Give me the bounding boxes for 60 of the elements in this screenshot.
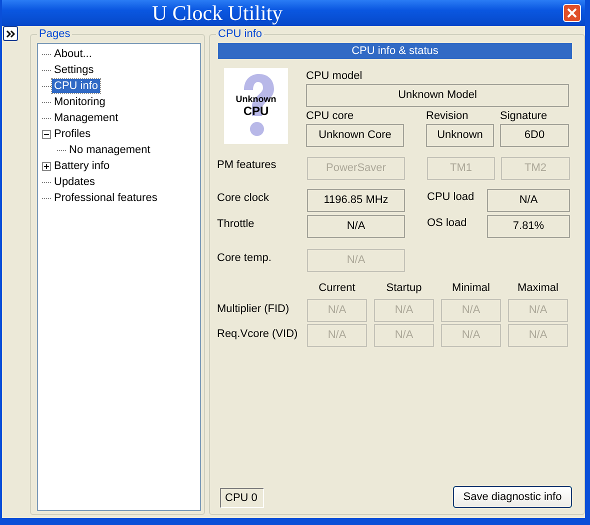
value-field: N/A (307, 249, 405, 272)
field-label: Signature (500, 109, 548, 124)
value-field: 7.81% (487, 215, 570, 238)
value-field: Unknown Core (306, 124, 404, 147)
field-label: Core temp. (217, 251, 272, 266)
value-field: N/A (441, 299, 501, 322)
group-title: CPU info (216, 28, 264, 40)
value-field: Unknown (426, 124, 494, 147)
field-label: PM features (217, 158, 278, 173)
double-chevron-icon (6, 30, 16, 38)
field-label: OS load (427, 216, 468, 231)
tree-item[interactable]: No management (67, 143, 152, 157)
window-title: U Clock Utility (152, 0, 283, 26)
expand-icon[interactable] (42, 162, 51, 170)
tree-item[interactable]: Monitoring (52, 95, 108, 109)
tree-item[interactable]: About... (52, 47, 94, 61)
section-header: CPU info & status (218, 43, 572, 59)
value-field: N/A (307, 324, 367, 347)
column-header: Minimal (451, 282, 491, 294)
field-label: Req.Vcore (VID) (217, 327, 299, 342)
column-header: Startup (385, 282, 423, 294)
value-field: N/A (374, 324, 434, 347)
value-field: Unknown Model (306, 84, 569, 107)
value-field: N/A (441, 324, 501, 347)
field-label: CPU core (306, 109, 355, 124)
tree-item[interactable]: Professional features (52, 191, 160, 205)
cpu-selector[interactable]: CPU 0 (220, 488, 264, 508)
value-field: N/A (307, 215, 405, 238)
close-icon (567, 8, 577, 18)
field-label: Multiplier (FID) (217, 302, 290, 317)
value-field: N/A (374, 299, 434, 322)
collapse-icon[interactable] (42, 130, 51, 138)
value-field: N/A (508, 324, 568, 347)
save-diagnostic-button[interactable]: Save diagnostic info (453, 486, 572, 508)
tree-item[interactable]: Battery info (52, 159, 112, 173)
value-field: N/A (487, 189, 570, 212)
close-button[interactable] (563, 4, 581, 22)
picture-caption: Unknown (236, 94, 276, 104)
field-label: CPU model (306, 69, 364, 84)
tree-item[interactable]: Profiles (52, 127, 93, 141)
value-field: TM1 (427, 157, 495, 180)
value-field: N/A (508, 299, 568, 322)
tree-item[interactable]: Settings (52, 63, 96, 77)
tree-item[interactable]: Management (52, 111, 120, 125)
field-label: Throttle (217, 217, 256, 232)
group-title: Pages (37, 28, 72, 40)
column-header: Maximal (516, 282, 560, 294)
value-field: 6D0 (500, 124, 569, 147)
value-field: TM2 (501, 157, 570, 180)
picture-caption: CPU (243, 104, 269, 118)
collapse-button[interactable] (3, 26, 18, 41)
value-field: N/A (307, 299, 367, 322)
column-header: Current (318, 282, 356, 294)
field-label: CPU load (427, 190, 476, 205)
field-label: Revision (426, 109, 470, 124)
tree-item[interactable]: Updates (52, 175, 97, 189)
tree-item[interactable]: CPU info (52, 79, 100, 93)
field-label: Core clock (217, 191, 270, 206)
value-field: PowerSaver (307, 157, 405, 180)
value-field: 1196.85 MHz (307, 189, 405, 212)
